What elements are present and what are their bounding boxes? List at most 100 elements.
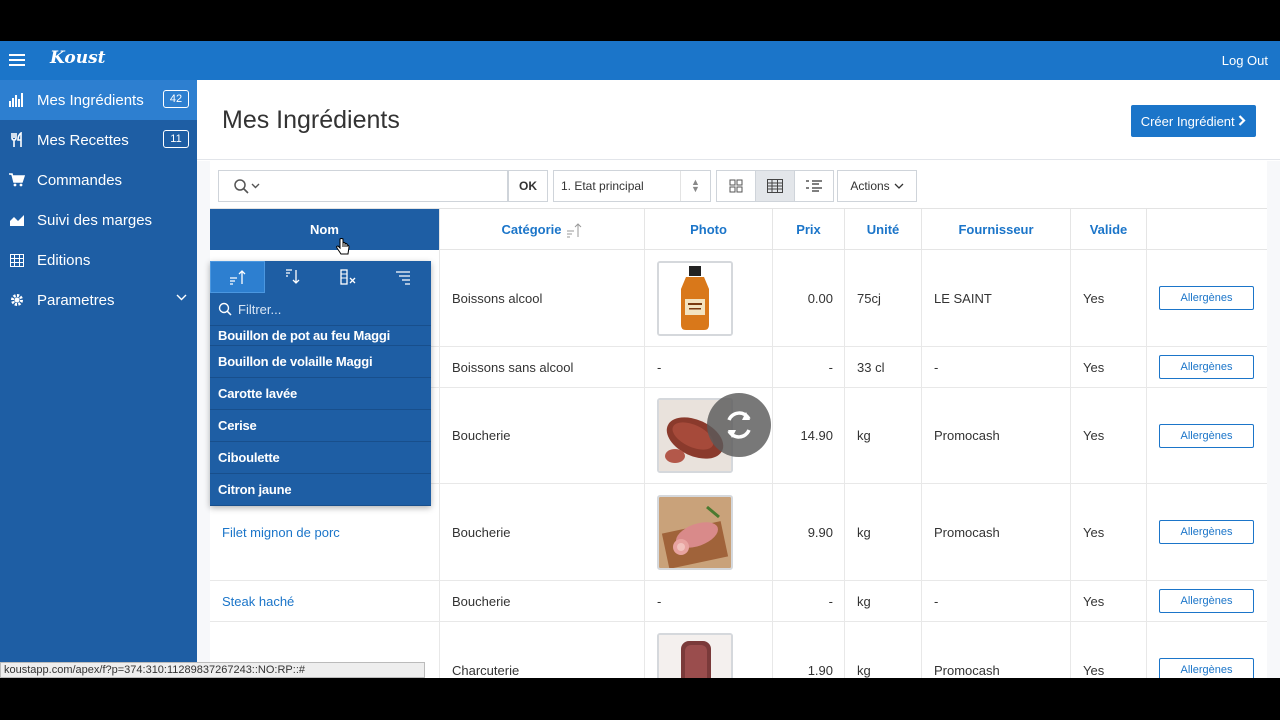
mouse-cursor-icon bbox=[336, 238, 350, 259]
chevron-down-icon[interactable] bbox=[176, 292, 187, 304]
loading-spinner bbox=[707, 393, 771, 457]
allergens-button[interactable]: Allergènes bbox=[1159, 423, 1254, 448]
list-item[interactable]: Citron jaune bbox=[210, 474, 431, 506]
sidebar-item-mes-recettes[interactable]: Mes Recettes 11 bbox=[0, 120, 197, 160]
area-chart-icon bbox=[9, 212, 25, 228]
sort-ascending-button[interactable] bbox=[210, 261, 265, 293]
cell-fournisseur: Promocash bbox=[922, 484, 1071, 580]
column-header-categorie[interactable]: Catégorie bbox=[440, 209, 645, 250]
cell-categorie: Boissons sans alcool bbox=[440, 347, 645, 387]
cell-prix: 0.00 bbox=[773, 250, 845, 346]
list-item[interactable]: Carotte lavée bbox=[210, 378, 431, 410]
column-header-unite[interactable]: Unité bbox=[845, 209, 922, 250]
allergens-button[interactable]: Allergènes bbox=[1159, 589, 1254, 613]
actions-label: Actions bbox=[850, 179, 890, 193]
cell-fournisseur: Promocash bbox=[922, 388, 1071, 483]
cell-valide: Yes bbox=[1071, 581, 1147, 621]
report-toolbar: OK 1. Etat principal ▲ ▼ Actions bbox=[210, 161, 1267, 209]
refresh-icon bbox=[727, 411, 751, 439]
sidebar: Mes Ingrédients 42 Mes Recettes 11 Comma… bbox=[0, 80, 197, 678]
cell-valide: Yes bbox=[1071, 347, 1147, 387]
allergens-button[interactable]: Allergènes bbox=[1159, 520, 1254, 544]
sidebar-item-label: Commandes bbox=[37, 171, 123, 189]
allergens-button[interactable]: Allergènes bbox=[1159, 658, 1254, 678]
cell-unite: kg bbox=[845, 581, 922, 621]
cell-fournisseur: - bbox=[922, 581, 1071, 621]
cell-allergens: Allergènes bbox=[1147, 388, 1267, 483]
icon-view-button[interactable] bbox=[716, 170, 756, 202]
allergens-button[interactable]: Allergènes bbox=[1159, 286, 1254, 310]
logout-link[interactable]: Log Out bbox=[1222, 53, 1268, 68]
search-ok-button[interactable]: OK bbox=[508, 170, 548, 202]
sidebar-item-suivi-des-marges[interactable]: Suivi des marges bbox=[0, 200, 197, 240]
cell-valide: Yes bbox=[1071, 250, 1147, 346]
sidebar-item-editions[interactable]: Editions bbox=[0, 240, 197, 280]
cell-categorie: Boucherie bbox=[440, 484, 645, 580]
cell-allergens: Allergènes bbox=[1147, 347, 1267, 387]
hide-column-button[interactable] bbox=[320, 261, 375, 293]
report-select[interactable]: 1. Etat principal ▲ ▼ bbox=[553, 170, 711, 202]
cell-unite: kg bbox=[845, 388, 922, 483]
column-header-fournisseur[interactable]: Fournisseur bbox=[922, 209, 1071, 250]
list-item[interactable]: Cerise bbox=[210, 410, 431, 442]
page-header: Mes Ingrédients Créer Ingrédient bbox=[197, 80, 1280, 160]
cell-categorie: Charcuterie bbox=[440, 622, 645, 678]
cell-nom: Steak haché bbox=[210, 581, 440, 621]
sidebar-item-label: Mes Recettes bbox=[37, 131, 129, 149]
report-select-value: 1. Etat principal bbox=[561, 179, 644, 193]
actions-menu-button[interactable]: Actions bbox=[837, 170, 917, 202]
gear-icon bbox=[9, 292, 25, 308]
sidebar-item-label: Suivi des marges bbox=[37, 211, 153, 229]
control-break-button[interactable] bbox=[375, 261, 430, 293]
report-view-button[interactable] bbox=[755, 170, 795, 202]
cell-photo bbox=[645, 622, 773, 678]
chevron-right-icon bbox=[1238, 114, 1246, 129]
cell-prix: 14.90 bbox=[773, 388, 845, 483]
detail-view-button[interactable] bbox=[794, 170, 834, 202]
hamburger-menu-icon[interactable] bbox=[9, 52, 25, 68]
cell-photo: - bbox=[645, 581, 773, 621]
sidebar-item-label: Editions bbox=[37, 251, 91, 269]
app-logo[interactable]: Koust bbox=[50, 48, 106, 68]
cell-categorie: Boucherie bbox=[440, 581, 645, 621]
list-item[interactable]: Ciboulette bbox=[210, 442, 431, 474]
column-header-menu: Bouillon de pot au feu Maggi Bouillon de… bbox=[210, 261, 431, 506]
cell-valide: Yes bbox=[1071, 388, 1147, 483]
search-column-selector[interactable] bbox=[218, 170, 275, 202]
cognac-bottle-photo[interactable] bbox=[657, 260, 733, 336]
list-item[interactable]: Bouillon de volaille Maggi bbox=[210, 346, 431, 378]
allergens-button[interactable]: Allergènes bbox=[1159, 355, 1254, 379]
sort-descending-button[interactable] bbox=[265, 261, 320, 293]
list-view-icon bbox=[806, 180, 822, 192]
search-input[interactable] bbox=[274, 171, 507, 201]
sort-ascending-icon bbox=[229, 270, 245, 285]
sidebar-item-mes-ingredients[interactable]: Mes Ingrédients 42 bbox=[0, 80, 197, 120]
cart-icon bbox=[9, 172, 25, 188]
cell-prix: - bbox=[773, 347, 845, 387]
column-header-nom[interactable]: Nom bbox=[210, 209, 440, 250]
column-header-valide[interactable]: Valide bbox=[1071, 209, 1147, 250]
cell-photo bbox=[645, 484, 773, 580]
sidebar-item-parametres[interactable]: Parametres bbox=[0, 280, 197, 320]
app-window: Koust Log Out Mes Ingrédients 42 Mes Rec… bbox=[0, 41, 1280, 678]
grid-icon bbox=[729, 179, 743, 193]
sausage-photo[interactable] bbox=[657, 632, 733, 678]
cell-prix: 9.90 bbox=[773, 484, 845, 580]
control-break-icon bbox=[395, 271, 410, 285]
search-icon bbox=[218, 302, 232, 316]
ingredients-icon bbox=[9, 92, 25, 108]
column-menu-tools bbox=[210, 261, 431, 293]
list-item[interactable]: Bouillon de pot au feu Maggi bbox=[210, 326, 431, 346]
cell-fournisseur: Promocash bbox=[922, 622, 1071, 678]
pork-fillet-photo[interactable] bbox=[657, 494, 733, 570]
sidebar-item-commandes[interactable]: Commandes bbox=[0, 160, 197, 200]
create-ingredient-button[interactable]: Créer Ingrédient bbox=[1131, 105, 1256, 137]
column-header-prix[interactable]: Prix bbox=[773, 209, 845, 250]
cell-categorie: Boissons alcool bbox=[440, 250, 645, 346]
cell-categorie: Boucherie bbox=[440, 388, 645, 483]
recettes-count-badge: 11 bbox=[163, 130, 189, 148]
table-icon bbox=[9, 252, 25, 268]
column-header-photo[interactable]: Photo bbox=[645, 209, 773, 250]
top-bar: Koust Log Out bbox=[0, 41, 1280, 80]
column-filter-input[interactable] bbox=[238, 301, 418, 317]
